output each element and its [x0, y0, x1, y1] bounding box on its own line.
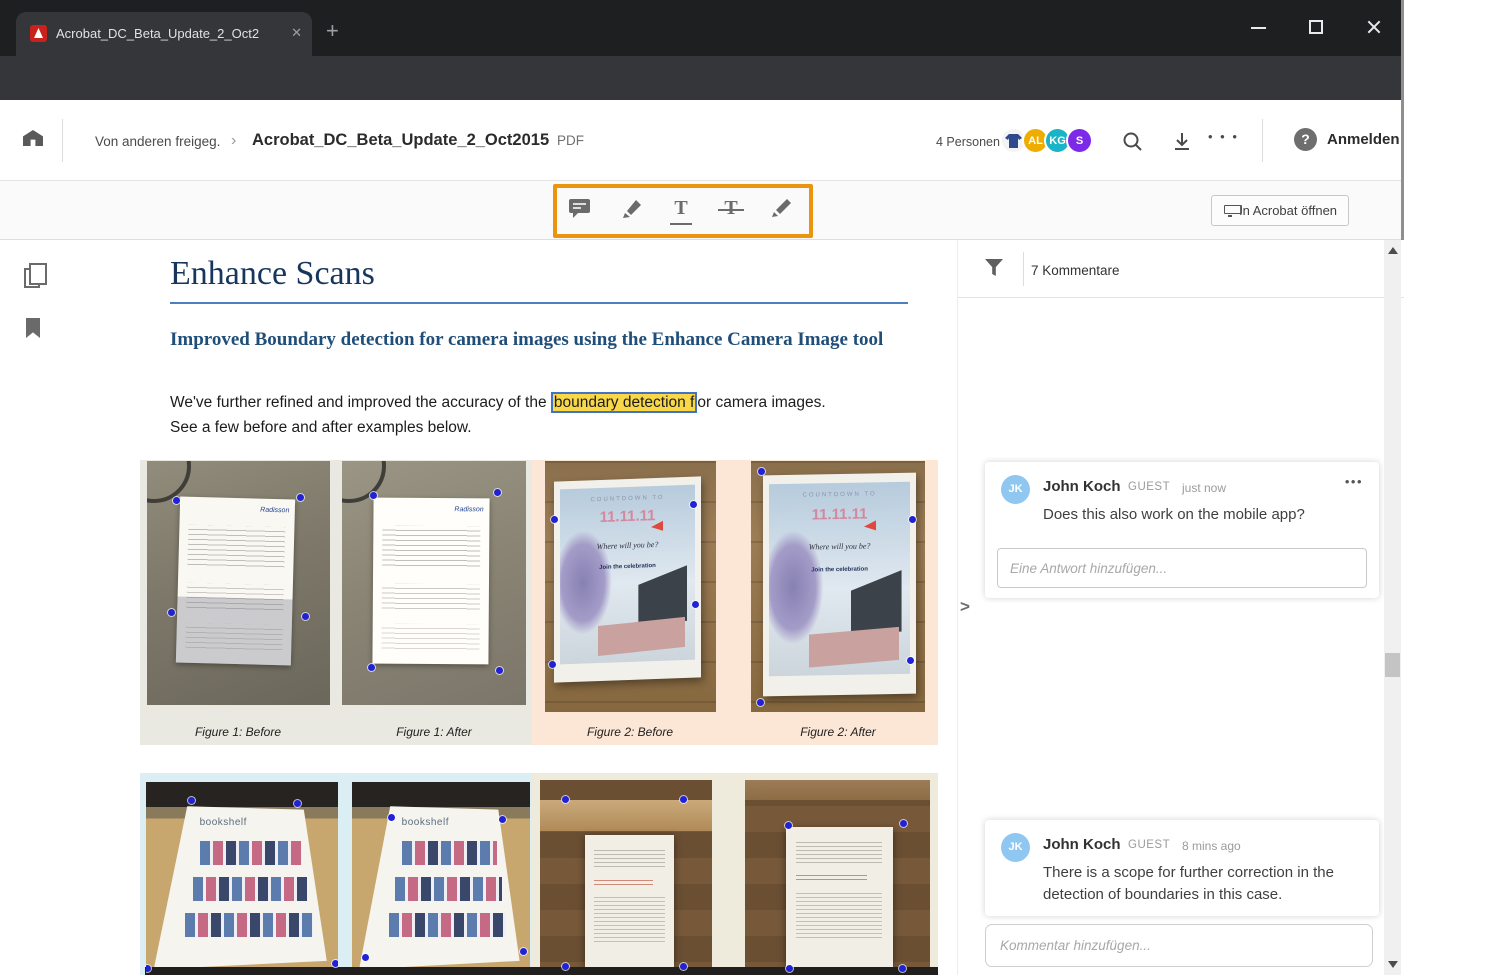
scroll-up-arrow-icon[interactable] — [1388, 247, 1398, 254]
figure1-before-photo: Radisson — [147, 461, 330, 705]
figure-caption: Figure 1: After — [396, 725, 472, 739]
doc-title: Enhance Scans — [170, 255, 375, 292]
scrollbar-thumb[interactable] — [1385, 653, 1400, 677]
comments-panel: 7 Kommentare > JK John Koch GUEST just n… — [957, 240, 1404, 975]
dc-header: Von anderen freigeg. › Acrobat_DC_Beta_U… — [0, 100, 1401, 181]
comment-text: There is a scope for further correction … — [1043, 864, 1334, 903]
panel-collapse-icon[interactable]: > — [960, 597, 970, 617]
comments-count: 7 Kommentare — [1031, 263, 1120, 278]
bookmarks-icon[interactable] — [26, 318, 40, 338]
filter-icon[interactable] — [985, 259, 1003, 276]
doc-title-rule — [170, 302, 908, 304]
browser-toolbar: ← → ⟳ ⌂ documentcloud.adobe.com/link/rev… — [0, 56, 1401, 150]
breadcrumb[interactable]: Von anderen freigeg. — [95, 134, 220, 149]
divider — [62, 119, 63, 162]
help-icon[interactable]: ? — [1294, 128, 1317, 151]
window-maximize-button[interactable] — [1309, 20, 1323, 34]
browser-window: Acrobat_DC_Beta_Update_2_Oct2 ✕ + ← → ⟳ … — [0, 0, 1404, 975]
figure1-after-photo: Radisson — [342, 461, 526, 705]
file-type-label: PDF — [557, 133, 584, 148]
reply-input[interactable] — [997, 548, 1367, 588]
tab-close-icon[interactable]: ✕ — [291, 25, 302, 41]
download-icon[interactable] — [1172, 131, 1192, 153]
comment-avatar: JK — [1001, 833, 1030, 862]
comment-text: Does this also work on the mobile app? — [1043, 506, 1305, 523]
pdf-page: Enhance Scans Improved Boundary detectio… — [64, 240, 957, 975]
page-thumbnails-icon[interactable] — [24, 263, 47, 288]
more-options-icon[interactable]: • • • — [1208, 129, 1239, 144]
window-close-button[interactable] — [1366, 19, 1382, 35]
comment-card[interactable]: JK John Koch GUEST just now ••• Does thi… — [985, 462, 1379, 598]
strikethrough-text-tool-icon[interactable]: T — [718, 197, 744, 223]
signin-button[interactable]: Anmelden — [1327, 131, 1400, 148]
comment-menu-icon[interactable]: ••• — [1345, 474, 1363, 489]
scroll-down-arrow-icon[interactable] — [1388, 961, 1398, 968]
breadcrumb-chevron-icon: › — [231, 132, 237, 149]
search-icon[interactable] — [1122, 131, 1144, 153]
comment-timestamp: just now — [1182, 481, 1227, 495]
divider — [1023, 252, 1024, 286]
monitor-icon — [1224, 205, 1242, 217]
figure4-before-photo — [540, 780, 712, 975]
pdf-favicon-icon — [30, 25, 47, 42]
people-count: 4 Personen — [936, 135, 1000, 149]
highlighter-tool-icon[interactable] — [618, 197, 644, 223]
comment-card[interactable]: JK John Koch GUEST 8 mins ago There is a… — [985, 820, 1379, 916]
dc-home-icon[interactable] — [23, 130, 43, 146]
figure3-after-photo: bookshelf — [352, 782, 530, 975]
divider — [1262, 119, 1263, 162]
comments-header: 7 Kommentare — [958, 240, 1404, 298]
new-comment-input[interactable] — [985, 924, 1373, 967]
title-separator: · — [543, 130, 548, 147]
page-bottom-edge — [145, 967, 938, 975]
scrollbar[interactable] — [1384, 240, 1401, 975]
figure2-before-photo: COUNTDOWN TO 11.11.11 Where will you be?… — [545, 461, 716, 712]
figure-caption: Figure 1: Before — [194, 725, 282, 739]
annotation-toolbar: T T In Acrobat öffnen — [0, 181, 1401, 240]
add-comment-tool-icon[interactable] — [568, 197, 594, 223]
figure-caption: Figure 2: After — [800, 725, 876, 739]
tab-title: Acrobat_DC_Beta_Update_2_Oct2 — [56, 26, 260, 41]
figure-caption: Figure 2: Before — [586, 725, 674, 739]
new-tab-button[interactable]: + — [326, 18, 339, 44]
doc-heading: Improved Boundary detection for camera i… — [170, 329, 884, 350]
pencil-draw-tool-icon[interactable] — [768, 197, 794, 223]
highlight-annotation[interactable]: boundary detection f — [550, 392, 698, 413]
browser-tab[interactable]: Acrobat_DC_Beta_Update_2_Oct2 ✕ — [16, 12, 312, 56]
figure4-after-photo — [745, 780, 930, 975]
comment-avatar: JK — [1001, 475, 1030, 504]
figure3-before-photo: bookshelf — [146, 782, 338, 975]
page-title: Acrobat_DC_Beta_Update_2_Oct2015 — [252, 131, 550, 149]
open-in-acrobat-button[interactable]: In Acrobat öffnen — [1211, 195, 1349, 226]
underline-text-tool-icon[interactable]: T — [668, 197, 694, 225]
browser-tab-bar: Acrobat_DC_Beta_Update_2_Oct2 ✕ + — [0, 0, 1401, 56]
comment-author: John Koch — [1043, 478, 1121, 495]
doc-paragraph-line2: See a few before and after examples belo… — [170, 419, 472, 436]
comment-role-badge: GUEST — [1128, 481, 1171, 493]
comment-role-badge: GUEST — [1128, 839, 1171, 851]
screenshot-stage: Acrobat_DC_Beta_Update_2_Oct2 ✕ + ← → ⟳ … — [0, 0, 1511, 975]
comment-timestamp: 8 mins ago — [1182, 839, 1241, 853]
window-minimize-button[interactable] — [1251, 27, 1266, 29]
figure2-after-photo: COUNTDOWN TO 11.11.11 Where will you be?… — [751, 461, 925, 712]
doc-paragraph-line1: We've further refined and improved the a… — [170, 392, 826, 413]
comment-author: John Koch — [1043, 836, 1121, 853]
avatar-s[interactable]: S — [1066, 127, 1093, 154]
